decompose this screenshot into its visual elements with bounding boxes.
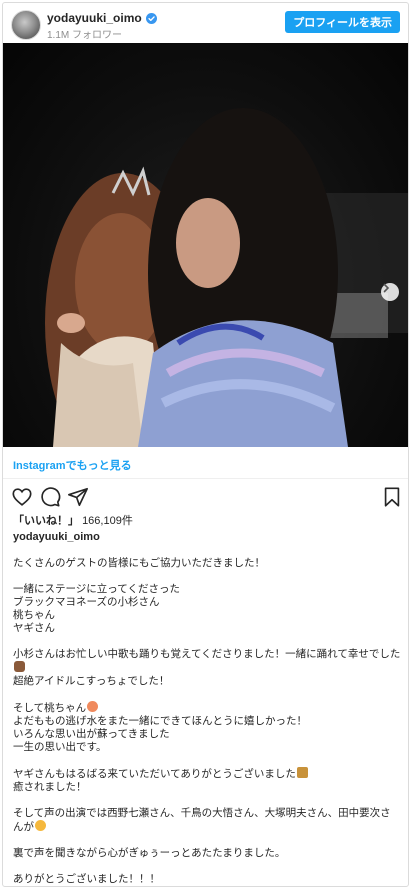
heart-icon[interactable]: [11, 486, 33, 508]
likes-label: 「いいね！」: [13, 515, 79, 527]
view-more-on-instagram-link[interactable]: Instagramでもっと見る: [3, 447, 408, 479]
caption-line: たくさんのゲストの皆様にもご協力いただきました！: [13, 557, 265, 569]
goat-emoji-icon: [296, 767, 308, 778]
photo-illustration: [45, 108, 408, 447]
post-header: yodayuuki_oimo 1.1M フォロワー プロフィールを表示: [3, 3, 408, 43]
caption-line: いろんな思い出が蘇ってきました: [13, 728, 170, 740]
caption-username[interactable]: yodayuuki_oimo: [13, 531, 100, 543]
caption-line: 一生の思い出です。: [13, 741, 107, 753]
caption-line: 小杉さんはお忙しい中歌も踊りも覚えてくださりました！一緒に踊れて幸せでした: [13, 648, 401, 675]
comment-icon[interactable]: [39, 486, 61, 508]
instagram-embed-card: yodayuuki_oimo 1.1M フォロワー プロフィールを表示 Inst…: [2, 2, 409, 887]
username[interactable]: yodayuuki_oimo: [47, 11, 142, 25]
verified-badge-icon: [145, 12, 157, 24]
bear-emoji-icon: [14, 661, 25, 672]
caption-line: そして声の出演では西野七瀬さん、千鳥の大悟さん、大塚明夫さん、田中要次さんが: [13, 807, 391, 833]
username-row: yodayuuki_oimo: [47, 11, 157, 25]
share-icon[interactable]: [67, 486, 89, 508]
caption-line: 癒されました！: [13, 781, 87, 793]
post-caption: たくさんのゲストの皆様にもご協力いただきました！ 一緒にステージに立ってくださっ…: [13, 557, 401, 886]
post-photo[interactable]: [3, 43, 408, 447]
like-count[interactable]: 「いいね！」 166,109件: [13, 512, 133, 528]
caption-line: ヤギさん: [13, 622, 55, 634]
peach-emoji-icon: [87, 701, 99, 712]
likes-number: 166,109件: [82, 515, 133, 527]
bookmark-icon[interactable]: [381, 486, 403, 508]
caption-line: よだももの逃げ水をまた一緒にできてほんとうに嬉しかった！: [13, 715, 307, 727]
caption-line: 超絶アイドルこすっちょでした！: [13, 675, 170, 687]
next-photo-button[interactable]: [381, 283, 399, 301]
follower-count: 1.1M フォロワー: [47, 30, 123, 41]
caption-line: ブラックマヨネーズの小杉さん: [13, 596, 160, 608]
crying-face-emoji-icon: [35, 820, 46, 831]
caption-line: 桃ちゃん: [13, 609, 55, 621]
view-profile-button[interactable]: プロフィールを表示: [285, 11, 400, 33]
chevron-right-icon: [383, 283, 390, 293]
caption-line: そして桃ちゃん: [13, 701, 401, 715]
caption-line: 一緒にステージに立ってくださった: [13, 583, 180, 595]
caption-line: ありがとうございました！！！: [13, 873, 160, 885]
caption-line: ヤギさんもはるばる来ていただいてありがとうございました: [13, 767, 401, 781]
action-bar: [3, 486, 408, 510]
caption-line: 裏で声を聞きながら心がぎゅぅーっとあたたまりました。: [13, 847, 286, 859]
avatar[interactable]: [11, 10, 41, 40]
